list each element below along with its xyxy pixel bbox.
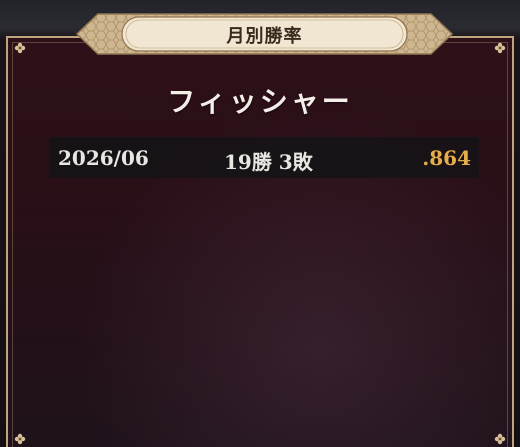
flower-ornament-icon xyxy=(494,433,506,445)
title-banner: 月別勝率 xyxy=(76,13,453,55)
flower-ornament-icon xyxy=(494,42,506,54)
record-win-loss: 19勝 3敗 xyxy=(224,150,313,174)
monthly-win-rate-screen: 月別勝率 フィッシャー 2026/06 19勝 3敗 .864 xyxy=(0,0,520,447)
dialog-title: 月別勝率 xyxy=(226,26,303,47)
flower-ornament-icon xyxy=(14,433,26,445)
record-month: 2026/06 xyxy=(58,146,149,170)
player-name: フィッシャー xyxy=(167,85,353,118)
record-win-rate: .864 xyxy=(422,146,471,170)
record-row: 2026/06 19勝 3敗 .864 xyxy=(49,137,479,178)
flower-ornament-icon xyxy=(14,42,26,54)
